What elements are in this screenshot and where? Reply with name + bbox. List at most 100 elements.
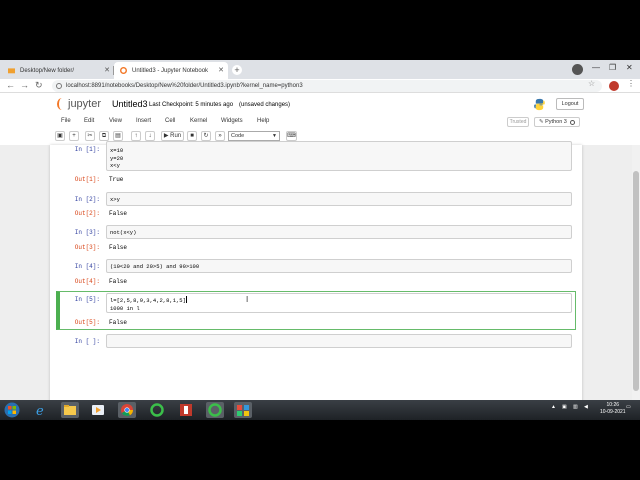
code-input[interactable]: (10<20 and 20>5) and 90>100 xyxy=(106,259,572,273)
code-input[interactable]: x=10 y=20 x<y xyxy=(106,141,572,171)
kernel-indicator: ✎ Python 3 xyxy=(534,117,580,127)
menu-view[interactable]: View xyxy=(109,118,122,124)
output-text: False xyxy=(109,319,128,326)
internet-explorer-icon[interactable]: e xyxy=(32,402,50,418)
green-circle-app-icon-2[interactable] xyxy=(206,402,224,418)
url-bar[interactable]: localhost:8891/notebooks/Desktop/New%20f… xyxy=(52,80,602,92)
interrupt-button[interactable]: ■ xyxy=(187,131,197,141)
menu-file[interactable]: File xyxy=(61,118,71,124)
vertical-scrollbar[interactable] xyxy=(632,145,640,420)
paste-icon: ▤ xyxy=(115,133,121,139)
close-tab-icon[interactable]: ✕ xyxy=(104,66,110,74)
output-text: False xyxy=(109,278,128,285)
cut-button[interactable]: ✂ xyxy=(85,131,95,141)
system-clock[interactable]: 10:26 10-09-2021 xyxy=(600,402,626,416)
close-tab-icon[interactable]: ✕ xyxy=(218,66,224,74)
code-text: (10<20 and 20>5) and 90>100 xyxy=(110,263,200,270)
chrome-icon[interactable] xyxy=(118,402,136,418)
output-prompt: Out[1]: xyxy=(74,176,100,183)
folder-favicon-icon xyxy=(8,68,15,74)
notebook-area: In [1]: x=10 y=20 x<y Out[1]: True In [2… xyxy=(0,141,632,420)
green-circle-app-icon[interactable] xyxy=(148,402,166,418)
windows-taskbar: e ▲ ▣ ▥ ◀ 10:26 10-09-2021 ▭ xyxy=(0,400,640,420)
trusted-indicator[interactable]: Trusted xyxy=(507,117,529,127)
paste-button[interactable]: ▤ xyxy=(113,131,123,141)
code-input[interactable]: not(x<y) xyxy=(106,225,572,239)
play-icon: ▶ xyxy=(163,133,169,139)
unsaved-status: (unsaved changes) xyxy=(239,102,291,108)
code-input-active[interactable]: l=[2,5,8,9,3,4,2,8,1,5] 1000 in l xyxy=(106,293,572,313)
notebook-name[interactable]: Untitled3 xyxy=(112,99,148,109)
output-text: False xyxy=(109,244,128,251)
run-label: Run xyxy=(170,133,182,139)
move-up-button[interactable]: ↑ xyxy=(131,131,141,141)
code-line: 1000 in l xyxy=(110,304,140,312)
insert-cell-button[interactable]: + xyxy=(69,131,79,141)
tray-arrow-icon[interactable]: ▲ xyxy=(551,404,556,410)
logout-button[interactable]: Logout xyxy=(556,98,584,110)
browser-tabstrip: Desktop/New folder/ ✕ Untitled3 - Jupyte… xyxy=(0,60,640,79)
maximize-icon[interactable]: ❐ xyxy=(609,63,616,72)
video-editor-icon[interactable] xyxy=(177,402,195,418)
volume-icon[interactable]: ◀ xyxy=(584,404,588,410)
menu-insert[interactable]: Insert xyxy=(136,118,151,124)
arrow-up-icon: ↑ xyxy=(134,133,138,139)
menu-help[interactable]: Help xyxy=(257,118,269,124)
output-prompt: Out[5]: xyxy=(74,319,100,326)
browser-extension-icon[interactable] xyxy=(572,64,583,75)
back-icon[interactable]: ← xyxy=(6,80,15,90)
menu-widgets[interactable]: Widgets xyxy=(221,118,243,124)
jupyter-header: jupyter Untitled3 Last Checkpoint: 5 min… xyxy=(0,93,640,117)
input-prompt: In [ ]: xyxy=(74,338,100,345)
windows-start-icon[interactable] xyxy=(3,402,21,418)
browser-menu-icon[interactable]: ⋮ xyxy=(627,79,635,88)
text-cursor xyxy=(185,296,187,303)
jupyter-logo[interactable]: jupyter xyxy=(56,97,101,111)
media-player-icon[interactable] xyxy=(89,402,107,418)
action-center-icon[interactable]: ▭ xyxy=(626,404,631,410)
profile-avatar[interactable] xyxy=(609,81,619,91)
save-button[interactable]: ▣ xyxy=(55,131,65,141)
input-prompt: In [5]: xyxy=(74,296,100,303)
screen: Desktop/New folder/ ✕ Untitled3 - Jupyte… xyxy=(0,60,640,420)
forward-icon[interactable]: → xyxy=(20,80,29,90)
menu-edit[interactable]: Edit xyxy=(84,118,94,124)
command-palette-button[interactable]: ⌨ xyxy=(286,131,297,141)
code-text: x=10 y=20 x<y xyxy=(110,147,124,169)
network-icon[interactable]: ▥ xyxy=(573,404,578,410)
reload-icon[interactable]: ↻ xyxy=(35,80,43,91)
stop-icon: ■ xyxy=(190,133,194,139)
minimize-icon[interactable]: — xyxy=(592,63,600,72)
menu-cell[interactable]: Cell xyxy=(165,118,175,124)
copy-button[interactable]: ⧉ xyxy=(99,131,109,141)
arrow-down-icon: ↓ xyxy=(148,133,152,139)
new-tab-button[interactable]: + xyxy=(232,65,242,75)
output-text: False xyxy=(109,210,128,217)
browser-tab-notebook[interactable]: Untitled3 - Jupyter Notebook ✕ xyxy=(114,62,228,79)
tray-app-icon[interactable]: ▣ xyxy=(562,404,567,410)
cell-type-value: Code xyxy=(231,133,245,139)
code-text: not(x<y) xyxy=(110,229,137,236)
output-prompt: Out[3]: xyxy=(74,244,100,251)
menu-kernel[interactable]: Kernel xyxy=(190,118,207,124)
jupyter-favicon-icon xyxy=(120,67,127,74)
input-prompt: In [2]: xyxy=(74,196,100,203)
scrollbar-thumb[interactable] xyxy=(633,171,639,391)
browser-tab-folder[interactable]: Desktop/New folder/ ✕ xyxy=(2,62,114,79)
code-input[interactable] xyxy=(106,334,572,348)
file-explorer-icon[interactable] xyxy=(61,402,79,418)
restart-button[interactable]: ↻ xyxy=(201,131,211,141)
output-prompt: Out[4]: xyxy=(74,278,100,285)
restart-run-all-button[interactable]: » xyxy=(215,131,225,141)
bookmark-star-icon[interactable]: ☆ xyxy=(588,79,595,88)
close-window-icon[interactable]: ✕ xyxy=(626,63,633,72)
cell-type-select[interactable]: Code ▼ xyxy=(228,131,280,141)
input-prompt: In [3]: xyxy=(74,229,100,236)
input-prompt: In [1]: xyxy=(74,146,100,153)
run-button[interactable]: ▶ Run xyxy=(161,131,184,141)
site-info-icon[interactable] xyxy=(56,83,62,89)
code-input[interactable]: x>y xyxy=(106,192,572,206)
address-bar-row: ← → ↻ localhost:8891/notebooks/Desktop/N… xyxy=(0,79,640,93)
multicolor-app-icon[interactable] xyxy=(234,402,252,418)
move-down-button[interactable]: ↓ xyxy=(145,131,155,141)
